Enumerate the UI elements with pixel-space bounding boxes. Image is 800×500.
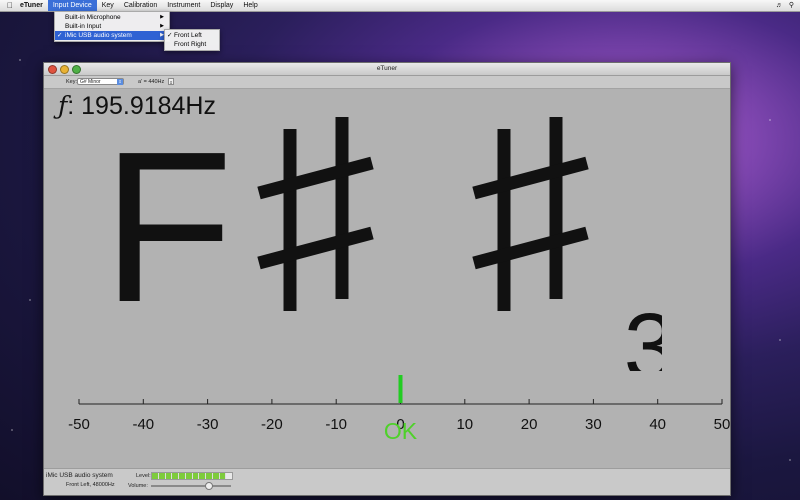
volume-icon[interactable]: ♬ [776, 0, 783, 11]
menu-item-imic[interactable]: ✓ iMic USB audio system ▶ [55, 31, 169, 40]
reference-pitch-stepper[interactable]: ⇕ [168, 78, 174, 85]
scale-tick-label: -20 [261, 416, 283, 433]
scale-tick-label: 0 [396, 416, 404, 433]
checkmark-icon: ✓ [57, 32, 63, 39]
level-segment [199, 473, 205, 479]
key-select[interactable]: G# Minor ⇕ [77, 78, 124, 85]
level-segment [206, 473, 212, 479]
channel-info: Front Left, 48000Hz [66, 482, 115, 488]
scale-ticks [78, 399, 723, 404]
menu-item-front-right[interactable]: Front Right [165, 40, 219, 49]
checkmark-icon: ✓ [167, 32, 173, 39]
level-segment [158, 473, 165, 479]
menu-key[interactable]: Key [97, 0, 119, 11]
scale-tick-label: -50 [68, 416, 90, 433]
window-titlebar[interactable]: eTuner [44, 63, 730, 76]
menu-display[interactable]: Display [205, 0, 238, 11]
channel-submenu: ✓ Front Left Front Right [164, 29, 220, 51]
scale-tick-label: -40 [132, 416, 154, 433]
scale-tick-label: 10 [456, 416, 473, 433]
submenu-arrow-icon: ▶ [160, 14, 164, 20]
level-meter [151, 472, 233, 480]
octave-number: 3 [624, 294, 662, 371]
reference-pitch-label: a' = 440Hz [138, 79, 165, 85]
volume-slider[interactable] [151, 482, 231, 490]
popup-arrows-icon: ⇕ [117, 79, 123, 85]
menu-calibration[interactable]: Calibration [119, 0, 162, 11]
tuning-status: OK [384, 418, 418, 444]
menu-item-front-left[interactable]: ✓ Front Left [165, 31, 219, 40]
menu-input-device[interactable]: Input Device [47, 0, 97, 11]
close-button[interactable] [48, 65, 57, 74]
scale-tick-label: 50 [714, 416, 730, 433]
scale-tick-labels: -50 -40 -30 -20 -10 0 10 20 30 40 50 [68, 416, 730, 433]
level-segment [152, 473, 158, 479]
search-icon[interactable]: ⚲ [789, 0, 794, 11]
key-label: Key: [66, 79, 78, 85]
level-segment [179, 473, 185, 479]
scale-tick-label: -30 [197, 416, 219, 433]
input-device-menu: Built-in Microphone ▶ Built-in Input ▶ ✓… [54, 11, 170, 42]
status-bar: iMic USB audio system Front Left, 48000H… [44, 468, 730, 495]
note-name: F [102, 106, 233, 347]
volume-slider-thumb[interactable] [204, 482, 213, 490]
sharp-symbol-2 [472, 117, 589, 311]
menu-help[interactable]: Help [238, 0, 262, 11]
menu-item-builtin-microphone[interactable]: Built-in Microphone ▶ [55, 13, 169, 22]
zoom-button[interactable] [72, 65, 81, 74]
sharp-symbol-1 [257, 117, 374, 311]
scale-tick-label: 20 [521, 416, 538, 433]
menu-item-builtin-input[interactable]: Built-in Input ▶ [55, 22, 169, 31]
level-segment [185, 473, 192, 479]
apple-icon[interactable]:  [5, 0, 15, 11]
level-segment [226, 473, 232, 479]
menu-app[interactable]: eTuner [15, 0, 48, 11]
level-segment [172, 473, 178, 479]
window-title: eTuner [376, 65, 398, 72]
etuner-window: eTuner Key: G# Minor ⇕ a' = 440Hz ⇕ ƒ: 1… [43, 62, 731, 496]
menu-instrument[interactable]: Instrument [162, 0, 205, 11]
pitch-indicator [398, 375, 403, 403]
freq-symbol: ƒ [58, 91, 68, 120]
level-segment [165, 473, 172, 479]
scale-tick-label: -10 [325, 416, 347, 433]
window-toolbar: Key: G# Minor ⇕ a' = 440Hz ⇕ [44, 76, 730, 89]
note-display: F 3 [102, 106, 662, 371]
device-name: iMic USB audio system [46, 472, 113, 479]
level-segment [192, 473, 199, 479]
volume-label: Volume: [128, 483, 148, 489]
level-segment [212, 473, 219, 479]
level-label: Level: [136, 473, 151, 479]
level-segment [219, 473, 226, 479]
scale-tick-label: 40 [649, 416, 666, 433]
minimize-button[interactable] [60, 65, 69, 74]
scale-tick-label: 30 [585, 416, 602, 433]
